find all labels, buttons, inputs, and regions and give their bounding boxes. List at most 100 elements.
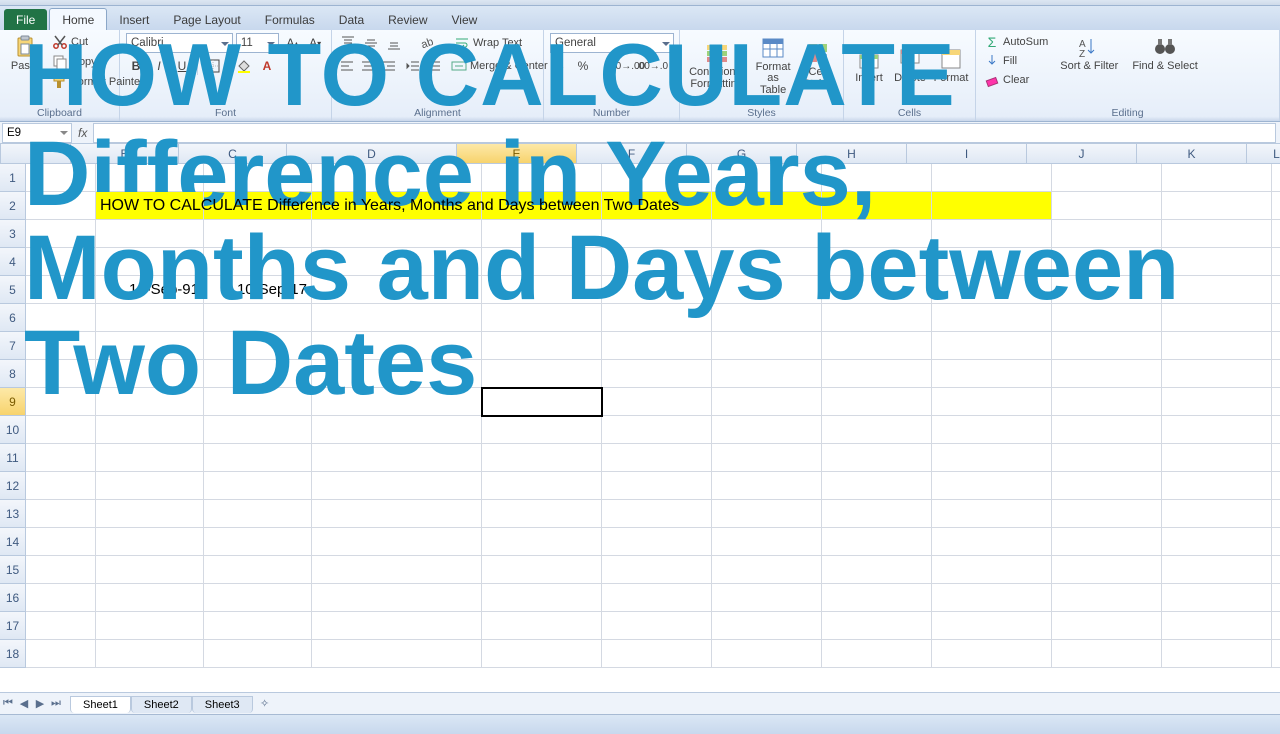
clear-button[interactable]: Clear	[982, 71, 1050, 89]
format-cells-button[interactable]: Format	[932, 45, 970, 87]
cell-D17[interactable]	[312, 612, 482, 640]
row-header-2[interactable]: 2	[0, 192, 26, 220]
cell-K2[interactable]	[1162, 192, 1272, 220]
cell-E18[interactable]	[482, 640, 602, 668]
column-header-A[interactable]: A	[1, 144, 71, 164]
cell-B8[interactable]	[96, 360, 204, 388]
formula-input[interactable]	[93, 123, 1276, 143]
font-size-combo[interactable]: 11	[236, 33, 280, 53]
cell-H14[interactable]	[822, 528, 932, 556]
cell-B5[interactable]: 12-Sep-91	[96, 276, 204, 304]
cell-B4[interactable]	[96, 248, 204, 276]
tab-home[interactable]: Home	[49, 8, 107, 30]
cell-H13[interactable]	[822, 500, 932, 528]
cell-L14[interactable]	[1272, 528, 1280, 556]
cell-A9[interactable]	[26, 388, 96, 416]
align-bottom-button[interactable]	[384, 33, 404, 53]
cell-H15[interactable]	[822, 556, 932, 584]
sheet-nav-first[interactable]: ⏮	[0, 696, 16, 712]
cell-B13[interactable]	[96, 500, 204, 528]
cell-A10[interactable]	[26, 416, 96, 444]
cell-L5[interactable]	[1272, 276, 1280, 304]
cell-I15[interactable]	[932, 556, 1052, 584]
cell-B17[interactable]	[96, 612, 204, 640]
cell-A5[interactable]	[26, 276, 96, 304]
cell-G9[interactable]	[712, 388, 822, 416]
cell-A17[interactable]	[26, 612, 96, 640]
cell-D12[interactable]	[312, 472, 482, 500]
cell-C14[interactable]	[204, 528, 312, 556]
cell-I14[interactable]	[932, 528, 1052, 556]
cell-L1[interactable]	[1272, 164, 1280, 192]
cell-C10[interactable]	[204, 416, 312, 444]
cell-I18[interactable]	[932, 640, 1052, 668]
sheet-nav-prev[interactable]: ◀	[16, 696, 32, 712]
cell-J4[interactable]	[1052, 248, 1162, 276]
cell-F5[interactable]	[602, 276, 712, 304]
tab-insert[interactable]: Insert	[107, 9, 161, 30]
cell-A2[interactable]	[26, 192, 96, 220]
tab-data[interactable]: Data	[327, 9, 376, 30]
cell-K7[interactable]	[1162, 332, 1272, 360]
cell-I12[interactable]	[932, 472, 1052, 500]
cell-L10[interactable]	[1272, 416, 1280, 444]
cell-A6[interactable]	[26, 304, 96, 332]
cell-L9[interactable]	[1272, 388, 1280, 416]
cell-I10[interactable]	[932, 416, 1052, 444]
align-middle-button[interactable]	[361, 33, 381, 53]
cell-styles-button[interactable]: Cell Styles	[799, 39, 837, 92]
cell-A1[interactable]	[26, 164, 96, 192]
column-header-L[interactable]: L	[1247, 144, 1280, 164]
cell-I17[interactable]	[932, 612, 1052, 640]
cell-C6[interactable]	[204, 304, 312, 332]
cell-D15[interactable]	[312, 556, 482, 584]
cell-F6[interactable]	[602, 304, 712, 332]
cell-H9[interactable]	[822, 388, 932, 416]
fill-button[interactable]: Fill	[982, 52, 1050, 70]
fx-icon[interactable]: fx	[72, 126, 93, 140]
row-header-18[interactable]: 18	[0, 640, 26, 668]
delete-cells-button[interactable]: Delete	[891, 45, 929, 87]
underline-button[interactable]: U	[172, 56, 192, 76]
cell-J8[interactable]	[1052, 360, 1162, 388]
cell-D13[interactable]	[312, 500, 482, 528]
tab-pagelayout[interactable]: Page Layout	[161, 9, 252, 30]
cell-D1[interactable]	[312, 164, 482, 192]
cell-B16[interactable]	[96, 584, 204, 612]
cell-C5[interactable]: 10-Sep-17	[204, 276, 312, 304]
cell-J7[interactable]	[1052, 332, 1162, 360]
cell-I5[interactable]	[932, 276, 1052, 304]
cell-F10[interactable]	[602, 416, 712, 444]
sheet-tab-3[interactable]: Sheet3	[192, 696, 253, 713]
cell-J1[interactable]	[1052, 164, 1162, 192]
row-header-10[interactable]: 10	[0, 416, 26, 444]
cell-H5[interactable]	[822, 276, 932, 304]
cell-F4[interactable]	[602, 248, 712, 276]
cell-F18[interactable]	[602, 640, 712, 668]
sort-filter-button[interactable]: AZ Sort & Filter	[1056, 33, 1122, 75]
cell-D6[interactable]	[312, 304, 482, 332]
cell-K9[interactable]	[1162, 388, 1272, 416]
border-button[interactable]	[203, 56, 223, 76]
cell-B15[interactable]	[96, 556, 204, 584]
align-center-button[interactable]	[359, 56, 377, 76]
cell-H2[interactable]	[822, 192, 932, 220]
cell-G12[interactable]	[712, 472, 822, 500]
italic-button[interactable]: I	[149, 56, 169, 76]
cell-C12[interactable]	[204, 472, 312, 500]
worksheet-grid[interactable]: ABCDEFGHIJKL 123456789101112131415161718…	[0, 144, 1280, 692]
cell-C15[interactable]	[204, 556, 312, 584]
cell-L4[interactable]	[1272, 248, 1280, 276]
cell-D7[interactable]	[312, 332, 482, 360]
cell-B7[interactable]	[96, 332, 204, 360]
cell-B3[interactable]	[96, 220, 204, 248]
column-header-G[interactable]: G	[687, 144, 797, 164]
cell-I1[interactable]	[932, 164, 1052, 192]
cell-H7[interactable]	[822, 332, 932, 360]
cell-J12[interactable]	[1052, 472, 1162, 500]
cell-F1[interactable]	[602, 164, 712, 192]
cell-B9[interactable]	[96, 388, 204, 416]
row-header-6[interactable]: 6	[0, 304, 26, 332]
cell-D10[interactable]	[312, 416, 482, 444]
column-header-E[interactable]: E	[457, 144, 577, 164]
